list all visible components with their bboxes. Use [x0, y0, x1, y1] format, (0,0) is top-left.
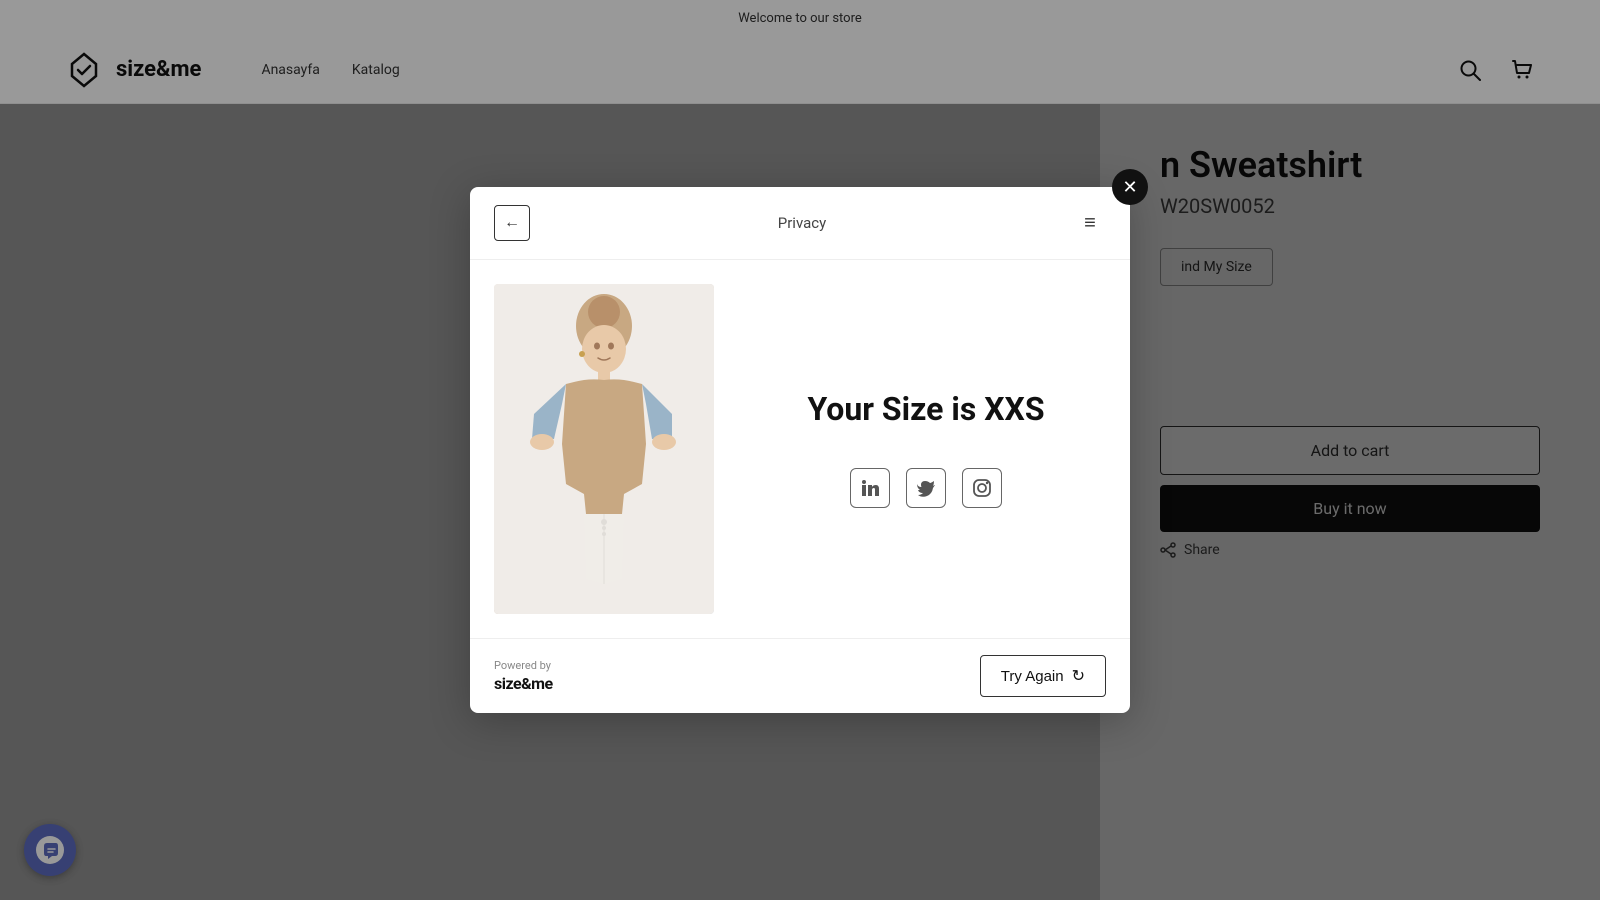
- powered-by-area: Powered by size&me: [494, 659, 553, 693]
- try-again-button[interactable]: Try Again ↻: [980, 655, 1106, 697]
- refresh-icon: ↻: [1072, 666, 1085, 686]
- modal-topbar: ← Privacy ≡: [470, 187, 1130, 260]
- powered-by-label: Powered by: [494, 659, 553, 672]
- close-icon: ✕: [1122, 177, 1137, 198]
- menu-icon: ≡: [1084, 212, 1096, 235]
- try-again-label: Try Again: [1001, 668, 1064, 685]
- twitter-button[interactable]: [906, 468, 946, 508]
- modal-menu-button[interactable]: ≡: [1074, 207, 1106, 239]
- powered-by-brand: size&me: [494, 674, 553, 693]
- instagram-button[interactable]: [962, 468, 1002, 508]
- modal-content-right: Your Size is XXS: [746, 284, 1106, 614]
- size-result-modal: ✕ ← Privacy ≡: [470, 187, 1130, 713]
- linkedin-button[interactable]: [850, 468, 890, 508]
- modal-overlay: ✕ ← Privacy ≡: [0, 0, 1600, 900]
- modal-back-button[interactable]: ←: [494, 205, 530, 241]
- linkedin-icon: [860, 478, 880, 498]
- modal-body: Your Size is XXS: [470, 260, 1130, 638]
- modal-close-button[interactable]: ✕: [1112, 169, 1148, 205]
- back-arrow-icon: ←: [504, 214, 520, 232]
- fashion-model-image: [494, 284, 714, 614]
- size-result-title: Your Size is XXS: [807, 390, 1044, 428]
- social-icons: [850, 468, 1002, 508]
- instagram-icon: [972, 478, 992, 498]
- modal-footer: Powered by size&me Try Again ↻: [470, 638, 1130, 713]
- modal-product-image: [494, 284, 714, 614]
- twitter-icon: [916, 478, 936, 498]
- modal-privacy-label: Privacy: [778, 214, 826, 232]
